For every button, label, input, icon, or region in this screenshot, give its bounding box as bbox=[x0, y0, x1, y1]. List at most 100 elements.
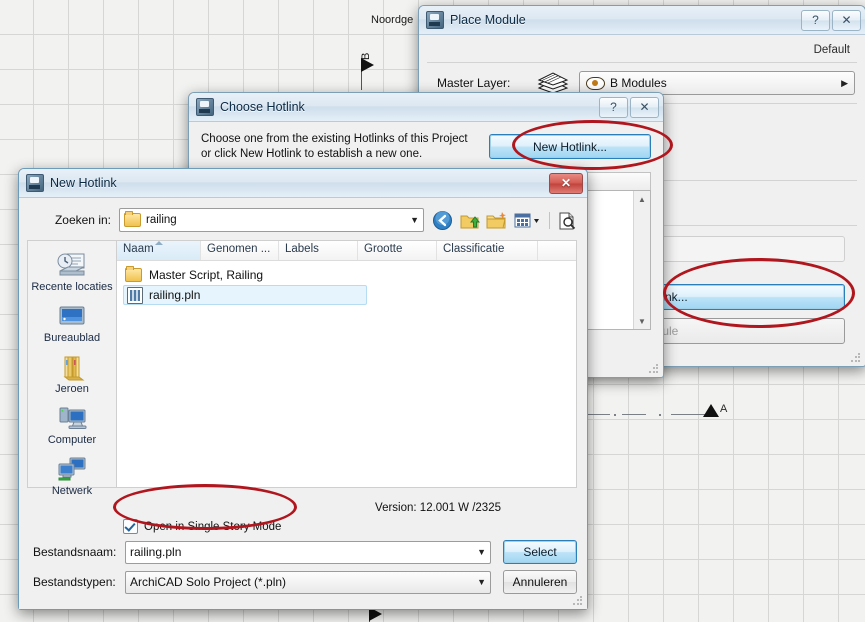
chevron-down-icon[interactable]: ▼ bbox=[477, 577, 486, 587]
section-marker-arrow-b bbox=[361, 58, 374, 72]
file-list[interactable]: Naam Genomen ... Labels Grootte Classifi… bbox=[116, 240, 577, 488]
single-story-checkbox[interactable] bbox=[123, 519, 138, 534]
file-row-pln[interactable]: railing.pln bbox=[123, 285, 367, 305]
new-hotlink-titlebar[interactable]: New Hotlink ✕ bbox=[19, 169, 587, 198]
toolbar-divider bbox=[549, 211, 550, 229]
place-label: Jeroen bbox=[55, 383, 89, 395]
place-module-titlebar[interactable]: Place Module ? ✕ bbox=[419, 6, 865, 35]
single-story-label: Open in Single Story Mode bbox=[144, 520, 282, 533]
section-line-seg1 bbox=[588, 414, 610, 415]
back-navigation-icon[interactable] bbox=[432, 210, 453, 231]
network-icon bbox=[56, 456, 88, 484]
choose-hotlink-info-line2: or click New Hotlink to establish a new … bbox=[201, 148, 423, 160]
file-rows: Master Script, Railing railing.pln bbox=[117, 261, 576, 305]
layers-icon bbox=[535, 72, 571, 94]
select-button[interactable]: Select bbox=[503, 540, 577, 564]
resize-grip[interactable] bbox=[648, 363, 660, 375]
folder-icon bbox=[124, 211, 141, 227]
chevron-down-icon[interactable]: ▼ bbox=[410, 215, 419, 225]
places-sidebar[interactable]: Recente locaties Bureaublad Jeroen Compu… bbox=[27, 240, 116, 497]
section-line-seg2 bbox=[622, 414, 646, 415]
look-in-label: Zoeken in: bbox=[54, 213, 111, 227]
filetype-label: Bestandstypen: bbox=[33, 575, 116, 589]
help-button[interactable]: ? bbox=[801, 9, 830, 31]
user-folder-icon bbox=[56, 354, 88, 382]
help-button[interactable]: ? bbox=[599, 96, 628, 118]
filename-label: Bestandsnaam: bbox=[33, 545, 117, 559]
section-marker-arrow-a bbox=[703, 404, 719, 417]
file-col-spare[interactable] bbox=[538, 241, 576, 260]
filetype-row: Bestandstypen: ArchiCAD Solo Project (*.… bbox=[27, 570, 577, 594]
new-hotlink-footer: Version: 12.001 W /2325 Open in Single S… bbox=[19, 488, 587, 594]
close-icon[interactable]: ✕ bbox=[549, 172, 583, 194]
desktop-icon bbox=[56, 303, 88, 331]
look-in-row: Zoeken in: railing ▼ bbox=[19, 198, 587, 240]
views-dropdown-icon[interactable] bbox=[513, 210, 543, 231]
file-col-classificatie[interactable]: Classificatie bbox=[437, 241, 538, 260]
preview-pane-icon[interactable] bbox=[556, 210, 577, 231]
hotlink-list-scrollbar[interactable]: ▲ ▼ bbox=[633, 191, 650, 329]
close-icon[interactable]: ✕ bbox=[630, 96, 659, 118]
section-line-dot1 bbox=[614, 414, 616, 416]
archicad-app-icon bbox=[196, 98, 214, 116]
computer-icon bbox=[56, 405, 88, 433]
up-one-level-icon[interactable] bbox=[459, 210, 481, 231]
new-hotlink-body: Zoeken in: railing ▼ Recente locaties Bu… bbox=[19, 198, 587, 609]
place-recente-locaties[interactable]: Recente locaties bbox=[28, 249, 116, 298]
sort-ascending-icon bbox=[154, 241, 163, 245]
file-list-header: Naam Genomen ... Labels Grootte Classifi… bbox=[117, 241, 576, 261]
place-label: Bureaublad bbox=[43, 332, 101, 344]
filename-input[interactable]: railing.pln ▼ bbox=[125, 540, 491, 564]
single-story-checkbox-row[interactable]: Open in Single Story Mode bbox=[27, 519, 577, 534]
recent-places-icon bbox=[56, 252, 88, 280]
file-col-grootte[interactable]: Grootte bbox=[358, 241, 437, 260]
new-hotlink-title: New Hotlink bbox=[50, 176, 117, 190]
resize-grip[interactable] bbox=[850, 352, 862, 364]
look-in-combobox[interactable]: railing ▼ bbox=[119, 208, 424, 232]
section-line-dot2 bbox=[659, 414, 661, 416]
default-preset-label: Default bbox=[427, 41, 857, 63]
file-col-genomen[interactable]: Genomen ... bbox=[201, 241, 279, 260]
look-in-value: railing bbox=[146, 214, 177, 226]
choose-hotlink-title: Choose Hotlink bbox=[220, 100, 305, 114]
chevron-down-icon[interactable]: ▼ bbox=[477, 547, 486, 557]
place-label: Computer bbox=[47, 434, 97, 446]
place-label: Netwerk bbox=[51, 485, 93, 497]
resize-grip[interactable] bbox=[572, 595, 584, 607]
pln-file-icon bbox=[127, 286, 143, 304]
choose-hotlink-titlebar[interactable]: Choose Hotlink ? ✕ bbox=[189, 93, 663, 122]
place-netwerk[interactable]: Netwerk bbox=[28, 453, 116, 502]
file-dialog-toolbar bbox=[432, 210, 577, 231]
new-hotlink-dialog[interactable]: New Hotlink ✕ Zoeken in: railing ▼ Recen… bbox=[18, 168, 588, 610]
visibility-eye-icon bbox=[586, 76, 605, 90]
place-label: Recente locaties bbox=[31, 281, 113, 293]
file-browser: Recente locaties Bureaublad Jeroen Compu… bbox=[19, 240, 587, 497]
filename-value: railing.pln bbox=[130, 545, 182, 559]
place-bureaublad[interactable]: Bureaublad bbox=[28, 300, 116, 349]
cancel-button[interactable]: Annuleren bbox=[503, 570, 577, 594]
archicad-app-icon bbox=[26, 174, 44, 192]
chevron-right-icon: ▶ bbox=[841, 77, 848, 88]
file-name: Master Script, Railing bbox=[149, 268, 264, 282]
file-row-folder[interactable]: Master Script, Railing bbox=[117, 265, 576, 285]
new-hotlink-button[interactable]: New Hotlink... bbox=[489, 134, 651, 159]
choose-hotlink-info-line1: Choose one from the existing Hotlinks of… bbox=[201, 133, 468, 145]
master-layer-value: B Modules bbox=[610, 76, 667, 90]
file-col-labels[interactable]: Labels bbox=[279, 241, 358, 260]
new-folder-icon[interactable] bbox=[486, 210, 507, 231]
file-name: railing.pln bbox=[149, 288, 201, 302]
scroll-up-icon[interactable]: ▲ bbox=[634, 191, 650, 207]
file-col-naam[interactable]: Naam bbox=[117, 241, 201, 260]
place-module-title: Place Module bbox=[450, 13, 526, 27]
scroll-down-icon[interactable]: ▼ bbox=[634, 313, 650, 329]
filetype-select[interactable]: ArchiCAD Solo Project (*.pln) ▼ bbox=[125, 570, 491, 594]
master-layer-label: Master Layer: bbox=[437, 76, 511, 90]
close-icon[interactable]: ✕ bbox=[832, 9, 861, 31]
canvas-label-a: A bbox=[720, 403, 728, 415]
canvas-label-noordgevel: Noordge bbox=[371, 14, 414, 26]
folder-icon bbox=[125, 266, 142, 282]
filename-row: Bestandsnaam: railing.pln ▼ Select bbox=[27, 540, 577, 564]
archicad-app-icon bbox=[426, 11, 444, 29]
place-jeroen[interactable]: Jeroen bbox=[28, 351, 116, 400]
place-computer[interactable]: Computer bbox=[28, 402, 116, 451]
